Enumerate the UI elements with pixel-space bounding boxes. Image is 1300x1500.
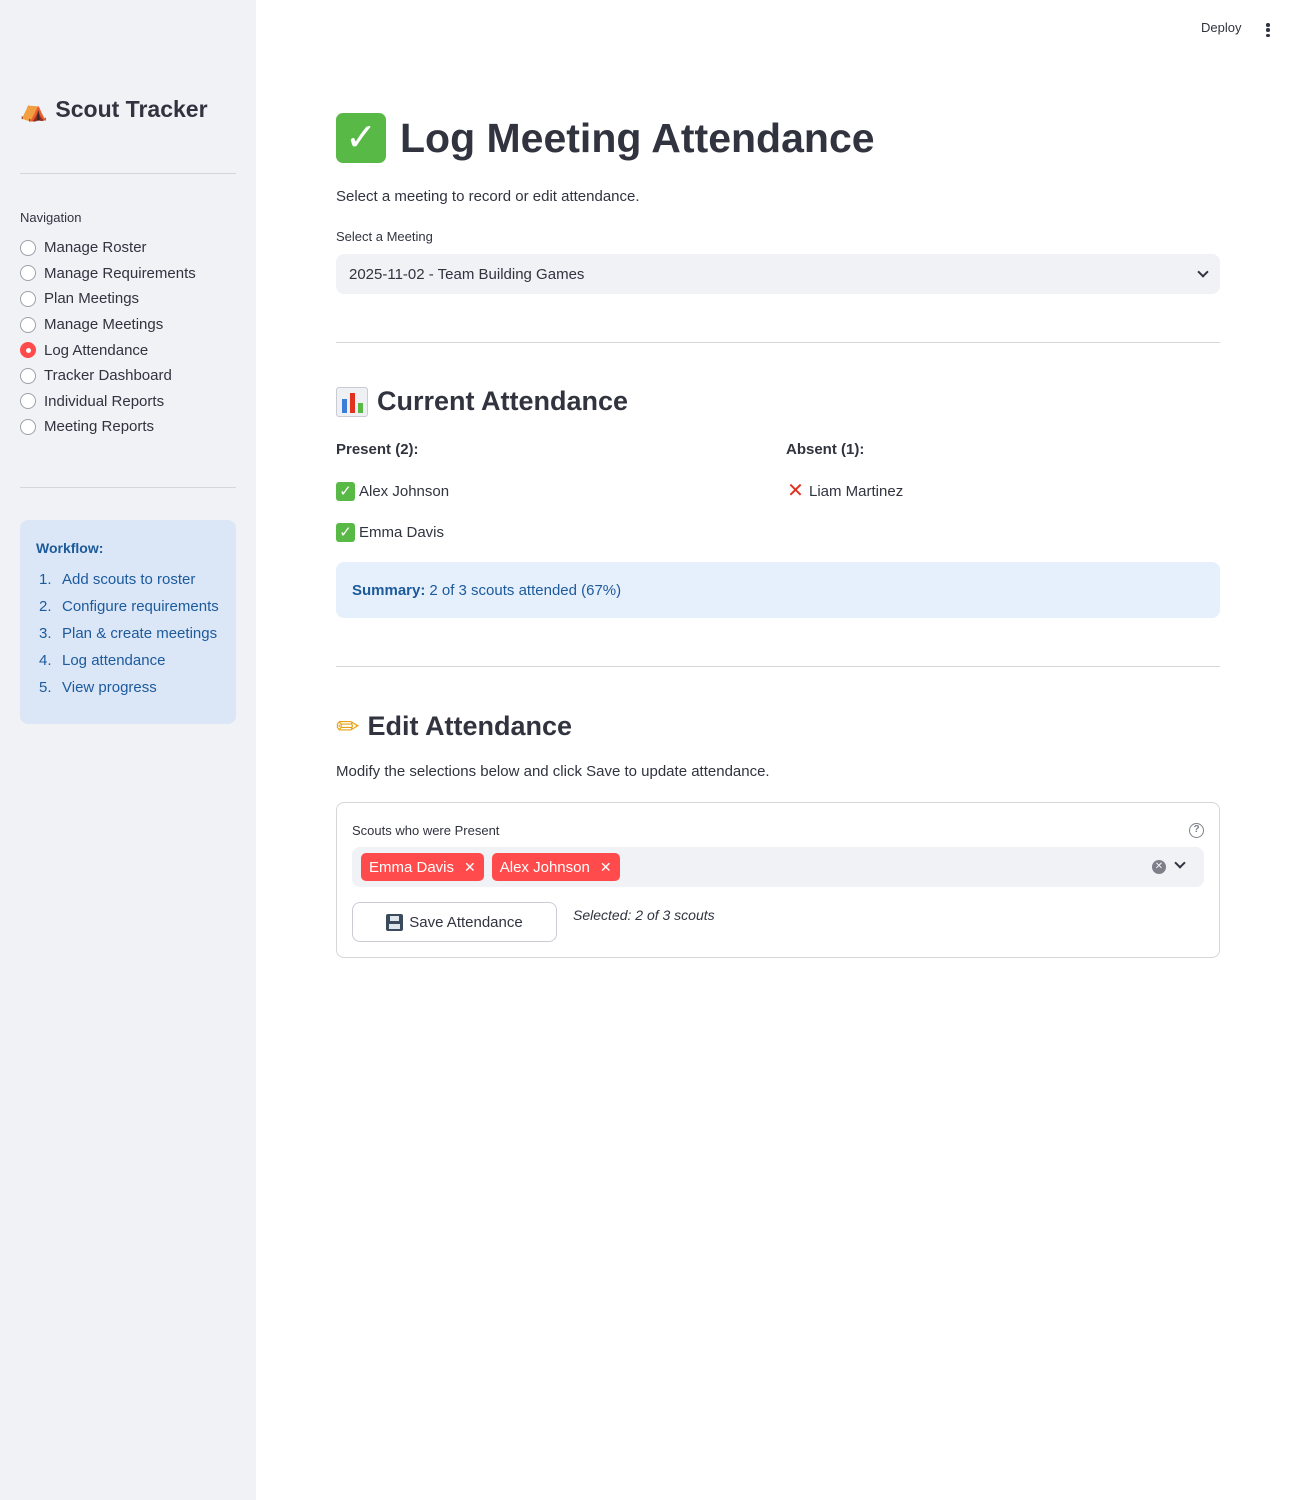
present-multiselect[interactable]: Emma Davis ✕ Alex Johnson ✕ ✕ (352, 847, 1204, 887)
nav-item-label: Meeting Reports (44, 418, 155, 436)
selected-scout-tag: Alex Johnson ✕ (491, 853, 620, 881)
step-label: Add scouts to roster (62, 571, 196, 588)
step-label: View progress (62, 679, 157, 696)
meeting-select-value: 2025-11-02 - Team Building Games (349, 265, 585, 283)
bar-chart-icon (336, 386, 368, 417)
workflow-step: 3. Plan & create meetings (36, 625, 220, 652)
summary-label: Summary: (352, 581, 426, 599)
absent-scout: ✕ Liam Martinez (786, 480, 904, 502)
remove-tag-icon[interactable]: ✕ (464, 859, 476, 876)
cross-mark-icon: ✕ (787, 480, 804, 502)
tag-label: Alex Johnson (499, 858, 590, 876)
workflow-steps: 1. Add scouts to roster 2. Configure requi… (36, 571, 220, 706)
radio-icon[interactable] (20, 290, 36, 307)
nav-item-log-attendance[interactable]: Log Attendance (20, 337, 196, 363)
edit-attendance-heading-text: Edit Attendance (367, 711, 572, 741)
radio-icon[interactable] (20, 367, 36, 384)
workflow-step: 1. Add scouts to roster (36, 571, 220, 598)
step-number: 1. (39, 571, 52, 588)
app-title-text: Scout Tracker (55, 96, 208, 122)
nav-item-label: Plan Meetings (44, 290, 140, 308)
scout-name: Emma Davis (359, 524, 445, 541)
attendance-summary: Summary: 2 of 3 scouts attended (67%) (336, 562, 1220, 618)
save-button-label: Save Attendance (409, 913, 523, 931)
absent-heading: Absent (1): (786, 441, 865, 458)
chevron-down-icon (1197, 266, 1209, 278)
check-mark-icon: ✓ (336, 113, 386, 163)
step-number: 2. (39, 598, 52, 615)
workflow-step: 4. Log attendance (36, 652, 220, 679)
nav-item-plan-meetings[interactable]: Plan Meetings (20, 286, 196, 312)
nav-radio-group: Manage Roster Manage Requirements Plan M… (20, 235, 196, 440)
present-scout: ✓ Alex Johnson (336, 482, 449, 501)
nav-heading: Navigation (20, 210, 82, 225)
help-icon[interactable]: ? (1189, 823, 1204, 838)
edit-attendance-heading: ✏ Edit Attendance (336, 710, 572, 743)
selected-count-note: Selected: 2 of 3 scouts (573, 907, 715, 923)
page-title-text: Log Meeting Attendance (400, 114, 875, 161)
sidebar-divider (20, 173, 236, 174)
save-attendance-button[interactable]: Save Attendance (352, 902, 557, 942)
sidebar: ⛺ Scout Tracker Navigation Manage Roster… (0, 0, 256, 1500)
nav-item-individual-reports[interactable]: Individual Reports (20, 389, 196, 415)
step-number: 5. (39, 679, 52, 696)
nav-item-label: Manage Meetings (44, 316, 164, 334)
floppy-disk-icon (386, 913, 404, 931)
more-menu-icon[interactable] (1262, 20, 1274, 40)
nav-item-label: Manage Requirements (44, 264, 196, 282)
nav-item-label: Manage Roster (44, 239, 147, 257)
radio-icon[interactable] (20, 239, 36, 256)
meeting-select-label: Select a Meeting (336, 229, 433, 244)
chevron-down-icon[interactable] (1174, 857, 1186, 869)
app-title: ⛺ Scout Tracker (20, 96, 208, 123)
page-subtitle: Select a meeting to record or edit atten… (336, 188, 640, 205)
divider (336, 666, 1220, 667)
nav-item-manage-roster[interactable]: Manage Roster (20, 235, 196, 261)
current-attendance-heading-text: Current Attendance (377, 386, 629, 416)
nav-item-label: Log Attendance (44, 341, 149, 359)
workflow-title: Workflow: (36, 540, 104, 556)
check-mark-icon: ✓ (336, 482, 355, 501)
workflow-step: 5. View progress (36, 679, 220, 706)
sidebar-divider (20, 487, 236, 488)
nav-item-label: Individual Reports (44, 392, 165, 410)
edit-description: Modify the selections below and click Sa… (336, 763, 770, 780)
divider (336, 342, 1220, 343)
tag-label: Emma Davis (369, 858, 455, 876)
summary-text: 2 of 3 scouts attended (67%) (429, 581, 622, 599)
scout-name: Alex Johnson (359, 483, 450, 500)
attendance-form: Scouts who were Present ? Emma Davis ✕ A… (336, 802, 1220, 958)
pencil-icon: ✏ (336, 711, 360, 742)
current-attendance-heading: Current Attendance (336, 386, 628, 417)
step-number: 3. (39, 625, 52, 642)
deploy-button[interactable]: Deploy (1201, 20, 1241, 35)
radio-icon[interactable] (20, 316, 36, 333)
remove-tag-icon[interactable]: ✕ (600, 859, 612, 876)
radio-icon[interactable] (20, 418, 36, 435)
step-number: 4. (39, 652, 52, 669)
workflow-step: 2. Configure requirements (36, 598, 220, 625)
nav-item-label: Tracker Dashboard (44, 367, 172, 385)
present-multiselect-label: Scouts who were Present (352, 823, 500, 838)
page-title: ✓ Log Meeting Attendance (336, 113, 875, 163)
camping-tent-icon: ⛺ (20, 96, 48, 122)
meeting-select[interactable]: 2025-11-02 - Team Building Games (336, 254, 1220, 294)
radio-selected-icon[interactable] (20, 342, 36, 359)
present-heading: Present (2): (336, 441, 419, 458)
nav-item-manage-meetings[interactable]: Manage Meetings (20, 312, 196, 338)
step-label: Plan & create meetings (62, 625, 218, 642)
selected-scout-tag: Emma Davis ✕ (361, 853, 484, 881)
nav-item-meeting-reports[interactable]: Meeting Reports (20, 414, 196, 440)
workflow-info-box: Workflow: 1. Add scouts to roster 2. Confi… (20, 520, 236, 724)
check-mark-icon: ✓ (336, 523, 355, 542)
step-label: Configure requirements (62, 598, 219, 615)
nav-item-manage-requirements[interactable]: Manage Requirements (20, 261, 196, 287)
present-scout: ✓ Emma Davis (336, 523, 444, 542)
nav-item-tracker-dashboard[interactable]: Tracker Dashboard (20, 363, 196, 389)
radio-icon[interactable] (20, 265, 36, 282)
clear-all-icon[interactable]: ✕ (1152, 860, 1166, 874)
step-label: Log attendance (62, 652, 166, 669)
radio-icon[interactable] (20, 393, 36, 410)
scout-name: Liam Martinez (809, 483, 904, 500)
